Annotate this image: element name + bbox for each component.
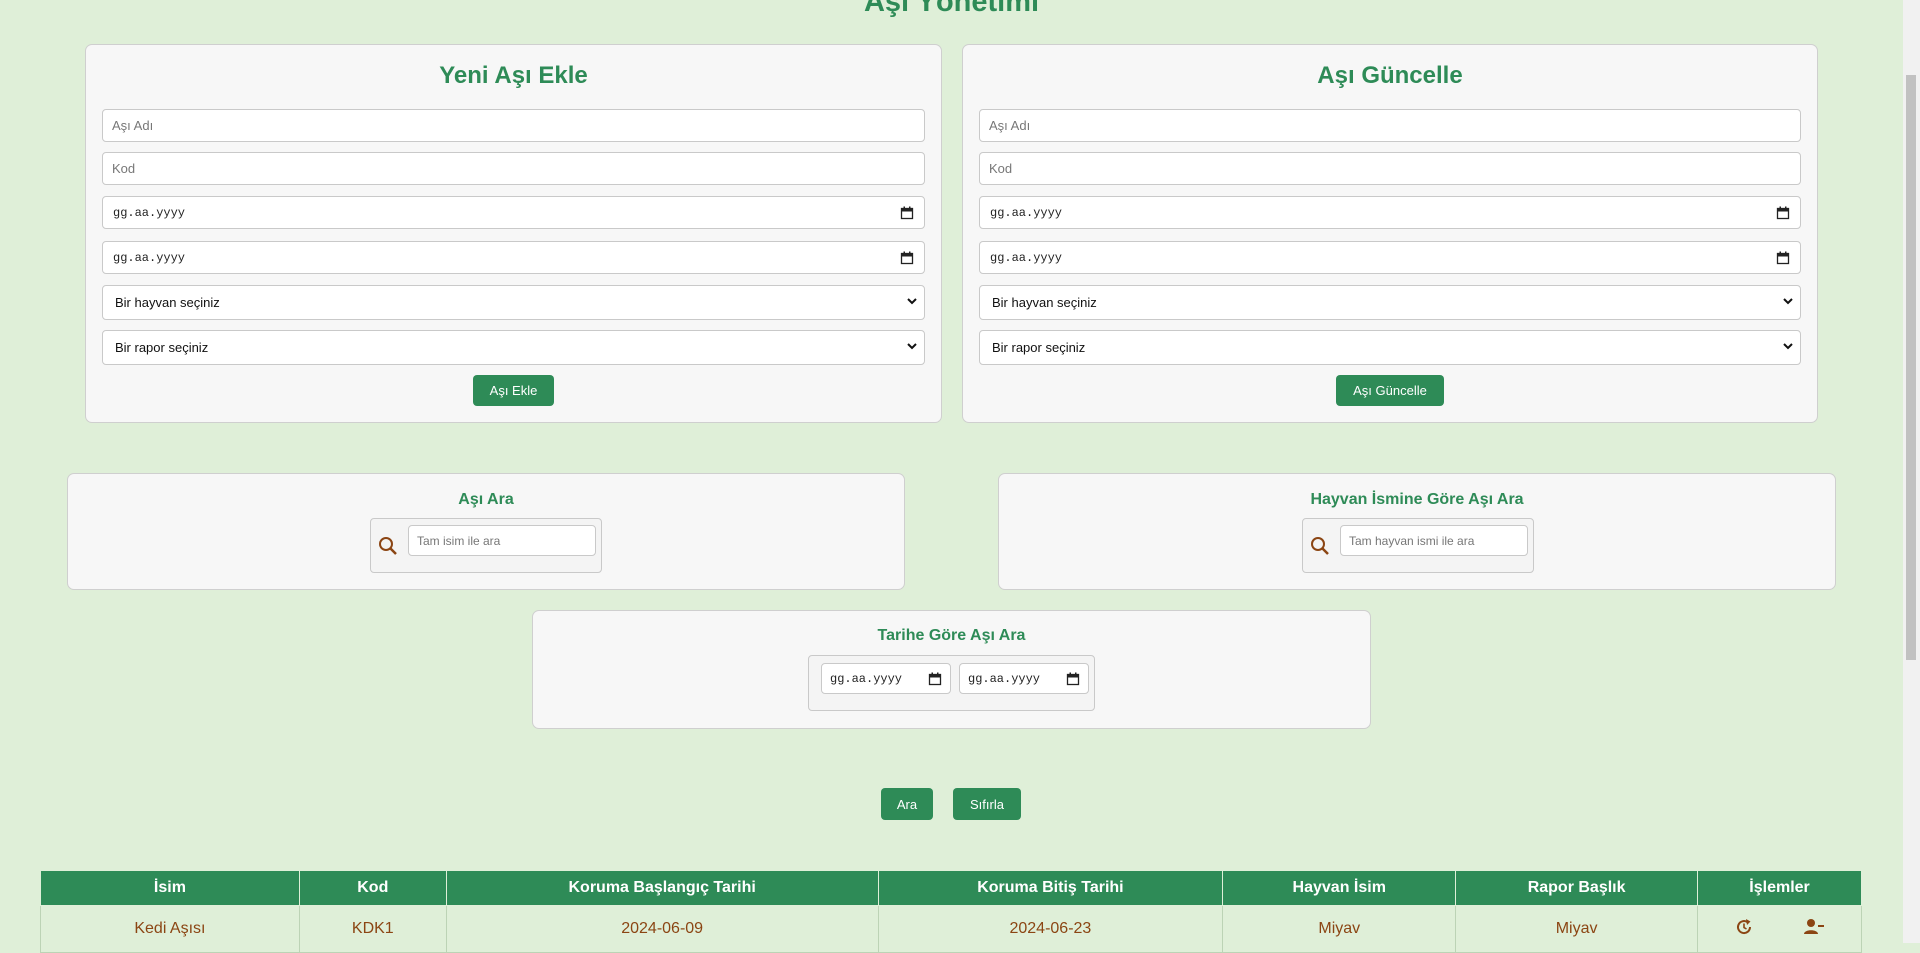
header-actions: İşlemler: [1697, 870, 1862, 906]
user-minus-icon[interactable]: [1803, 917, 1825, 942]
add-animal-select[interactable]: Bir hayvan seçiniz: [102, 285, 925, 320]
cell-name: Kedi Aşısı: [40, 905, 300, 953]
search-by-name-panel: Aşı Ara: [67, 473, 905, 590]
update-vaccine-panel: Aşı Güncelle gg.aa.yyyy gg.aa.yyyy Bir h…: [962, 44, 1818, 423]
update-animal-select-value: Bir hayvan seçiniz: [992, 295, 1097, 310]
search-by-name-title: Aşı Ara: [458, 491, 514, 508]
update-vaccine-title: Aşı Güncelle: [1317, 62, 1463, 89]
search-icon: [1309, 535, 1331, 562]
refresh-icon[interactable]: [1734, 917, 1754, 942]
search-by-name-box: [370, 518, 602, 573]
update-end-date-input[interactable]: gg.aa.yyyy: [979, 241, 1801, 274]
cell-code: KDK1: [298, 905, 447, 953]
update-end-date-placeholder: gg.aa.yyyy: [990, 250, 1063, 265]
search-end-date-input[interactable]: gg.aa.yyyy: [959, 663, 1089, 694]
search-by-date-title: Tarihe Göre Aşı Ara: [877, 627, 1026, 644]
header-animal-name[interactable]: Hayvan İsim: [1222, 870, 1457, 906]
calendar-icon[interactable]: [928, 672, 942, 686]
add-name-input[interactable]: [102, 109, 925, 142]
calendar-icon[interactable]: [1776, 251, 1790, 265]
cell-report-title: Miyav: [1455, 905, 1699, 953]
chevron-down-icon: [1782, 295, 1794, 310]
update-vaccine-button[interactable]: Aşı Güncelle: [1336, 375, 1444, 406]
header-name[interactable]: İsim: [40, 870, 300, 906]
add-vaccine-panel: Yeni Aşı Ekle gg.aa.yyyy gg.aa.yyyy Bir …: [85, 44, 942, 423]
search-by-animal-input[interactable]: [1340, 525, 1528, 556]
add-report-select-value: Bir rapor seçiniz: [115, 340, 209, 355]
search-button[interactable]: Ara: [881, 788, 933, 820]
cell-end-date: 2024-06-23: [877, 905, 1224, 953]
add-code-input[interactable]: [102, 152, 925, 185]
calendar-icon[interactable]: [900, 251, 914, 265]
search-end-date-placeholder: gg.aa.yyyy: [968, 671, 1041, 686]
calendar-icon[interactable]: [1066, 672, 1080, 686]
search-by-date-panel: Tarihe Göre Aşı Ara gg.aa.yyyy gg.aa.yyy…: [532, 610, 1371, 729]
reset-button[interactable]: Sıfırla: [953, 788, 1021, 820]
table-row: Kedi Aşısı KDK1 2024-06-09 2024-06-23 Mi…: [40, 905, 1862, 953]
search-by-name-input[interactable]: [408, 525, 596, 556]
update-report-select-value: Bir rapor seçiniz: [992, 340, 1086, 355]
cell-actions: [1697, 905, 1862, 953]
add-vaccine-title: Yeni Aşı Ekle: [439, 62, 588, 89]
cell-animal-name: Miyav: [1222, 905, 1457, 953]
calendar-icon[interactable]: [1776, 206, 1790, 220]
chevron-down-icon: [906, 340, 918, 355]
add-start-date-placeholder: gg.aa.yyyy: [113, 205, 186, 220]
search-icon: [377, 535, 399, 562]
scrollbar-thumb[interactable]: [1906, 75, 1916, 660]
add-end-date-placeholder: gg.aa.yyyy: [113, 250, 186, 265]
page-title: Aşı Yönetimi: [863, 0, 1040, 18]
update-animal-select[interactable]: Bir hayvan seçiniz: [979, 285, 1801, 320]
update-start-date-input[interactable]: gg.aa.yyyy: [979, 196, 1801, 229]
cell-start-date: 2024-06-09: [445, 905, 879, 953]
calendar-icon[interactable]: [900, 206, 914, 220]
search-by-date-box: gg.aa.yyyy gg.aa.yyyy: [808, 655, 1095, 711]
search-start-date-input[interactable]: gg.aa.yyyy: [821, 663, 951, 694]
header-code[interactable]: Kod: [298, 870, 447, 906]
add-start-date-input[interactable]: gg.aa.yyyy: [102, 196, 925, 229]
header-end-date[interactable]: Koruma Bitiş Tarihi: [877, 870, 1224, 906]
search-by-animal-box: [1302, 518, 1534, 573]
table-header-row: İsim Kod Koruma Başlangıç Tarihi Koruma …: [40, 870, 1862, 906]
update-start-date-placeholder: gg.aa.yyyy: [990, 205, 1063, 220]
update-report-select[interactable]: Bir rapor seçiniz: [979, 330, 1801, 365]
page-scrollbar[interactable]: [1903, 0, 1920, 943]
add-animal-select-value: Bir hayvan seçiniz: [115, 295, 220, 310]
header-report-title[interactable]: Rapor Başlık: [1455, 870, 1699, 906]
search-start-date-placeholder: gg.aa.yyyy: [830, 671, 903, 686]
chevron-down-icon: [906, 295, 918, 310]
search-by-animal-title: Hayvan İsmine Göre Aşı Ara: [1310, 491, 1524, 508]
chevron-down-icon: [1782, 340, 1794, 355]
vaccine-table: İsim Kod Koruma Başlangıç Tarihi Koruma …: [40, 870, 1862, 953]
search-by-animal-panel: Hayvan İsmine Göre Aşı Ara: [998, 473, 1836, 590]
add-end-date-input[interactable]: gg.aa.yyyy: [102, 241, 925, 274]
header-start-date[interactable]: Koruma Başlangıç Tarihi: [445, 870, 879, 906]
update-code-input[interactable]: [979, 152, 1801, 185]
update-name-input[interactable]: [979, 109, 1801, 142]
add-report-select[interactable]: Bir rapor seçiniz: [102, 330, 925, 365]
add-vaccine-button[interactable]: Aşı Ekle: [473, 375, 554, 406]
